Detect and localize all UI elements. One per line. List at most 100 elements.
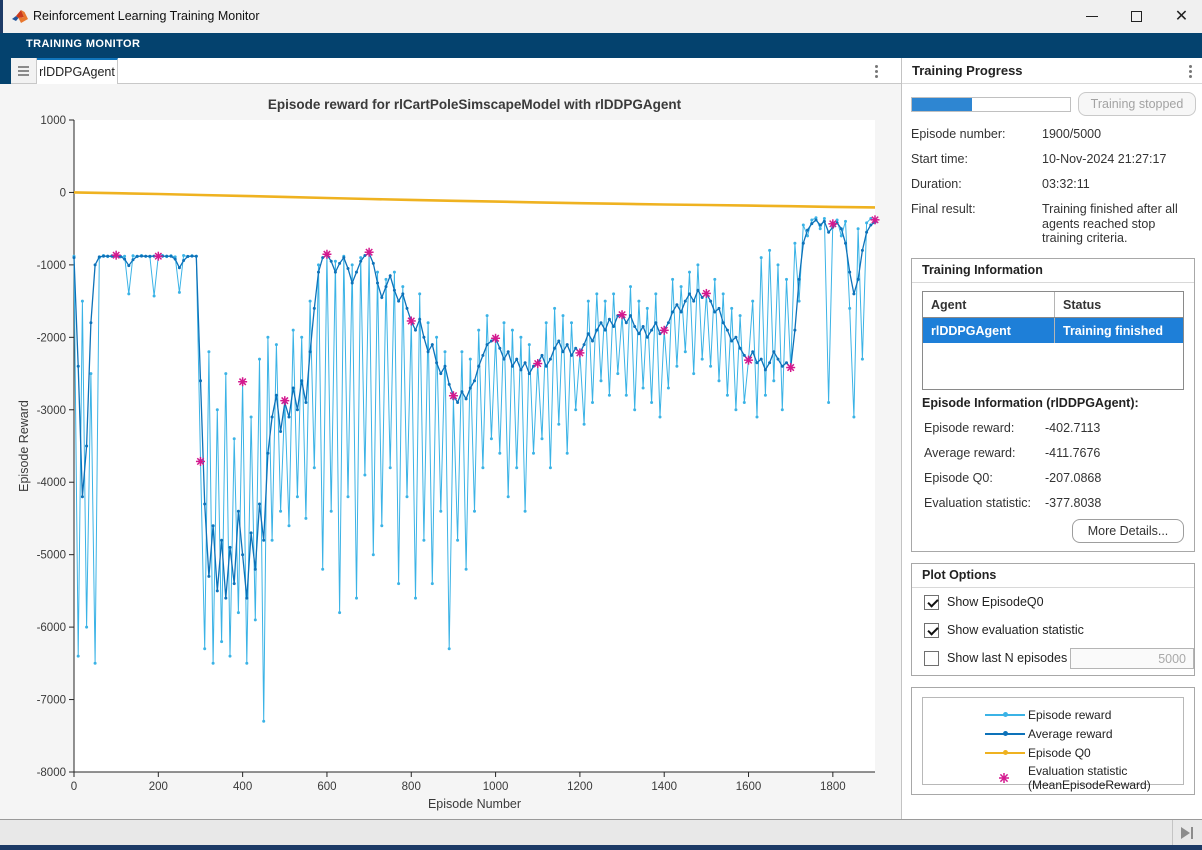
legend-dot-marker bbox=[1003, 712, 1008, 717]
tab-label: rlDDPGAgent bbox=[39, 65, 115, 79]
column-header-status: Status bbox=[1054, 292, 1183, 317]
x-tick-label: 1200 bbox=[567, 781, 593, 793]
x-tick-label: 800 bbox=[402, 781, 421, 793]
show-last-n-episodes-checkbox-row[interactable]: Show last N episodes bbox=[924, 650, 1067, 666]
y-axis-label: Episode Reward bbox=[17, 400, 31, 492]
training-progress-panel: Training Progress Training stopped Episo… bbox=[901, 58, 1202, 819]
row-value: 1900/5000 bbox=[1042, 127, 1197, 142]
document-menu-button[interactable] bbox=[11, 58, 37, 83]
x-tick-label: 1600 bbox=[736, 781, 762, 793]
y-tick-label: 0 bbox=[60, 187, 66, 199]
ribbon-tab-training-monitor[interactable]: TRAINING MONITOR bbox=[26, 38, 140, 50]
show-episodeq0-checkbox-row[interactable]: Show EpisodeQ0 bbox=[924, 594, 1044, 610]
legend-label: Episode reward bbox=[1028, 708, 1111, 722]
training-information-section: Training Information Agent Status rlDDPG… bbox=[911, 258, 1195, 552]
chart-legend: Episode reward Average reward Episode Q0 bbox=[922, 697, 1184, 785]
section-title: Plot Options bbox=[922, 568, 996, 582]
tab-overflow-menu-button[interactable] bbox=[866, 61, 886, 81]
row-value: -411.7676 bbox=[1045, 446, 1100, 460]
row-label: Episode Q0: bbox=[924, 471, 993, 485]
matlab-icon bbox=[12, 9, 29, 24]
checkbox-unchecked-icon[interactable] bbox=[924, 651, 939, 666]
window-bottom-edge bbox=[0, 845, 1202, 850]
checkbox-checked-icon[interactable] bbox=[924, 595, 939, 610]
show-evaluation-statistic-checkbox-row[interactable]: Show evaluation statistic bbox=[924, 622, 1084, 638]
checkbox-label: Show EpisodeQ0 bbox=[947, 595, 1044, 609]
y-tick-label: -8000 bbox=[37, 767, 66, 779]
legend-label: Evaluation statistic(MeanEpisodeReward) bbox=[1028, 764, 1151, 792]
more-details-button[interactable]: More Details... bbox=[1072, 519, 1184, 543]
tab-rlddpgagent[interactable]: rlDDPGAgent bbox=[37, 58, 118, 84]
x-tick-label: 600 bbox=[317, 781, 336, 793]
x-tick-label: 1400 bbox=[651, 781, 677, 793]
row-value: Training finished after all agents reach… bbox=[1042, 202, 1197, 246]
y-tick-label: -3000 bbox=[37, 405, 66, 417]
y-tick-label: -5000 bbox=[37, 550, 66, 562]
figure-area: Episode reward for rlCartPoleSimscapeMod… bbox=[0, 84, 901, 819]
expand-panel-button[interactable] bbox=[1178, 825, 1196, 841]
y-tick-label: 1000 bbox=[40, 115, 66, 127]
episode-info-header: Episode Information (rlDDPGAgent): bbox=[922, 396, 1139, 410]
x-tick-label: 1800 bbox=[820, 781, 846, 793]
row-value: 10-Nov-2024 21:27:17 bbox=[1042, 152, 1197, 167]
play-to-bar-icon bbox=[1181, 827, 1190, 839]
row-label: Average reward: bbox=[924, 446, 1016, 460]
legend-dot-marker bbox=[1003, 731, 1008, 736]
row-label: Final result: bbox=[911, 202, 976, 216]
y-tick-label: -2000 bbox=[37, 332, 66, 344]
maximize-button[interactable] bbox=[1114, 0, 1159, 33]
plot-options-section: Plot Options Show EpisodeQ0 Show evaluat… bbox=[911, 563, 1195, 676]
row-label: Evaluation statistic: bbox=[924, 496, 1031, 510]
x-tick-label: 200 bbox=[149, 781, 168, 793]
training-progress-bar bbox=[911, 97, 1071, 112]
table-row-selected[interactable]: rlDDPGAgent Training finished bbox=[923, 318, 1183, 343]
row-value: -402.7113 bbox=[1045, 421, 1100, 435]
column-header-agent: Agent bbox=[923, 292, 1054, 317]
kebab-menu-icon bbox=[875, 70, 878, 73]
legend-section: Episode reward Average reward Episode Q0 bbox=[911, 687, 1195, 795]
y-tick-label: -4000 bbox=[37, 477, 66, 489]
section-header: Training Information bbox=[912, 259, 1194, 283]
panel-header: Training Progress bbox=[902, 58, 1202, 84]
legend-asterisk-marker bbox=[997, 771, 1011, 785]
x-tick-label: 1000 bbox=[483, 781, 509, 793]
title-bar: Reinforcement Learning Training Monitor … bbox=[0, 0, 1202, 33]
app-window: Reinforcement Learning Training Monitor … bbox=[0, 0, 1202, 850]
reward-chart: Episode reward for rlCartPoleSimscapeMod… bbox=[0, 84, 901, 819]
minimize-button[interactable] bbox=[1069, 0, 1114, 33]
status-bar-divider bbox=[1172, 820, 1173, 846]
legend-item-average-reward: Average reward bbox=[923, 727, 1183, 741]
button-label: More Details... bbox=[1088, 524, 1169, 538]
chart-title: Episode reward for rlCartPoleSimscapeMod… bbox=[268, 97, 682, 112]
agent-status-table: Agent Status rlDDPGAgent Training finish… bbox=[922, 291, 1184, 390]
x-axis-label: Episode Number bbox=[428, 797, 521, 811]
legend-item-episode-q0: Episode Q0 bbox=[923, 746, 1183, 760]
checkbox-checked-icon[interactable] bbox=[924, 623, 939, 638]
stop-button-label: Training stopped bbox=[1091, 97, 1184, 111]
close-button[interactable]: ✕ bbox=[1159, 0, 1202, 33]
ribbon: TRAINING MONITOR bbox=[0, 33, 1202, 58]
x-tick-label: 0 bbox=[71, 781, 77, 793]
minimize-icon bbox=[1086, 16, 1098, 17]
checkbox-label: Show last N episodes bbox=[947, 651, 1067, 665]
tab-bar-corner bbox=[0, 58, 11, 84]
row-label: Episode number: bbox=[911, 127, 1006, 141]
agent-cell: rlDDPGAgent bbox=[923, 318, 1054, 343]
panel-menu-button[interactable] bbox=[1180, 61, 1200, 81]
row-label: Duration: bbox=[911, 177, 962, 191]
close-icon: ✕ bbox=[1175, 9, 1188, 25]
n-episodes-input bbox=[1070, 648, 1194, 669]
maximize-icon bbox=[1131, 11, 1142, 22]
row-value: -377.8038 bbox=[1045, 496, 1101, 510]
status-bar bbox=[0, 819, 1202, 845]
legend-label: Episode Q0 bbox=[1028, 746, 1091, 760]
section-title: Training Information bbox=[922, 263, 1043, 277]
training-stopped-button: Training stopped bbox=[1078, 92, 1196, 116]
document-tab-bar: rlDDPGAgent bbox=[0, 58, 901, 84]
row-label: Episode reward: bbox=[924, 421, 1014, 435]
y-tick-label: -7000 bbox=[37, 695, 66, 707]
section-header: Plot Options bbox=[912, 564, 1194, 588]
row-value: -207.0868 bbox=[1045, 471, 1101, 485]
legend-label: Average reward bbox=[1028, 727, 1113, 741]
x-tick-label: 400 bbox=[233, 781, 252, 793]
